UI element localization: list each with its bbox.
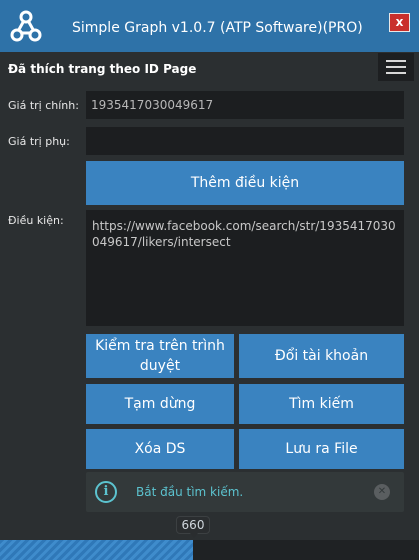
pause-button[interactable]: Tạm dừng (86, 384, 234, 424)
save-file-button[interactable]: Lưu ra File (239, 429, 404, 469)
progress-bar (0, 540, 419, 560)
sub-value-input[interactable] (86, 127, 404, 155)
page-title: Đã thích trang theo ID Page (8, 62, 197, 76)
clear-list-button[interactable]: Xóa DS (86, 429, 234, 469)
switch-account-button[interactable]: Đổi tài khoản (239, 334, 404, 378)
condition-label: Điều kiện: (8, 214, 64, 227)
sub-value-label: Giá trị phụ: (8, 135, 70, 148)
app-window: Simple Graph v1.0.7 (ATP Software)(PRO) … (0, 0, 419, 560)
main-value-label: Giá trị chính: (8, 99, 79, 112)
progress-fill (0, 540, 193, 560)
condition-textarea[interactable]: https://www.facebook.com/search/str/1935… (86, 210, 404, 326)
window-title: Simple Graph v1.0.7 (ATP Software)(PRO) (72, 20, 363, 36)
close-circle-icon[interactable]: ✕ (374, 484, 390, 500)
notification-text: Bắt đầu tìm kiếm. (136, 485, 244, 499)
title-bar[interactable]: Simple Graph v1.0.7 (ATP Software)(PRO) … (0, 0, 419, 52)
add-condition-button[interactable]: Thêm điều kiện (86, 161, 404, 205)
info-icon: i (95, 481, 117, 503)
notification-bar: i Bắt đầu tìm kiếm. ✕ (86, 472, 404, 512)
progress-count: 660 (176, 516, 210, 538)
check-in-browser-button[interactable]: Kiểm tra trên trình duyệt (86, 334, 234, 378)
graph-nodes-icon (10, 10, 42, 42)
search-button[interactable]: Tìm kiếm (239, 384, 404, 424)
hamburger-icon[interactable] (378, 53, 414, 81)
close-button[interactable]: x (389, 13, 410, 32)
main-value-input[interactable]: 1935417030049617 (86, 91, 404, 119)
page-header: Đã thích trang theo ID Page (0, 52, 419, 86)
